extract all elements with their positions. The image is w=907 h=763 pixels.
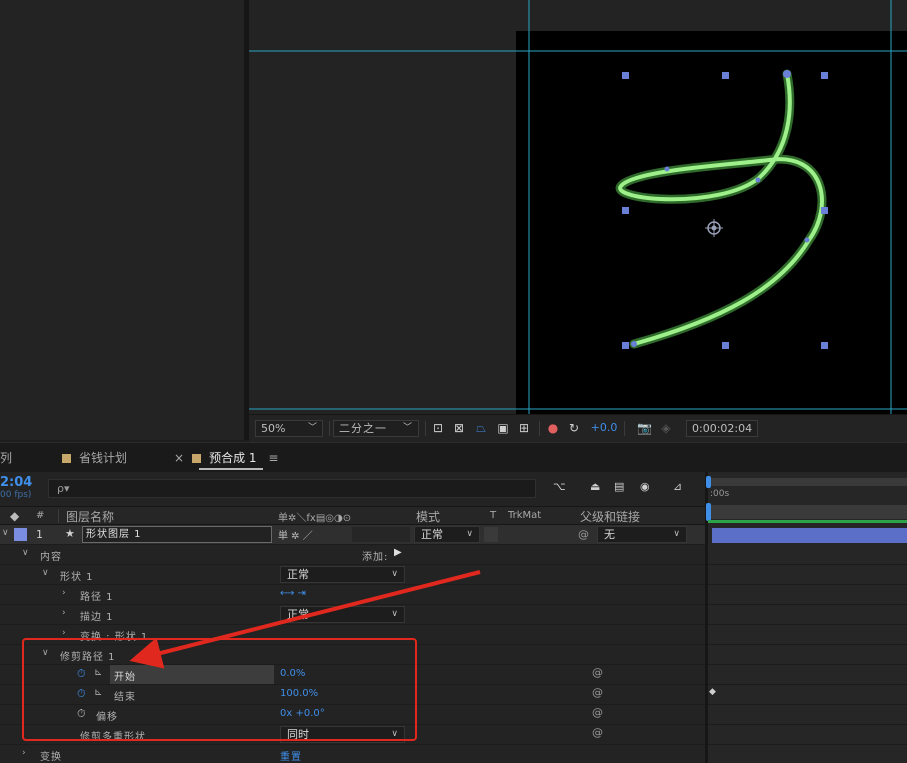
annotation-arrow [129, 570, 481, 669]
arrow-line [129, 570, 481, 669]
